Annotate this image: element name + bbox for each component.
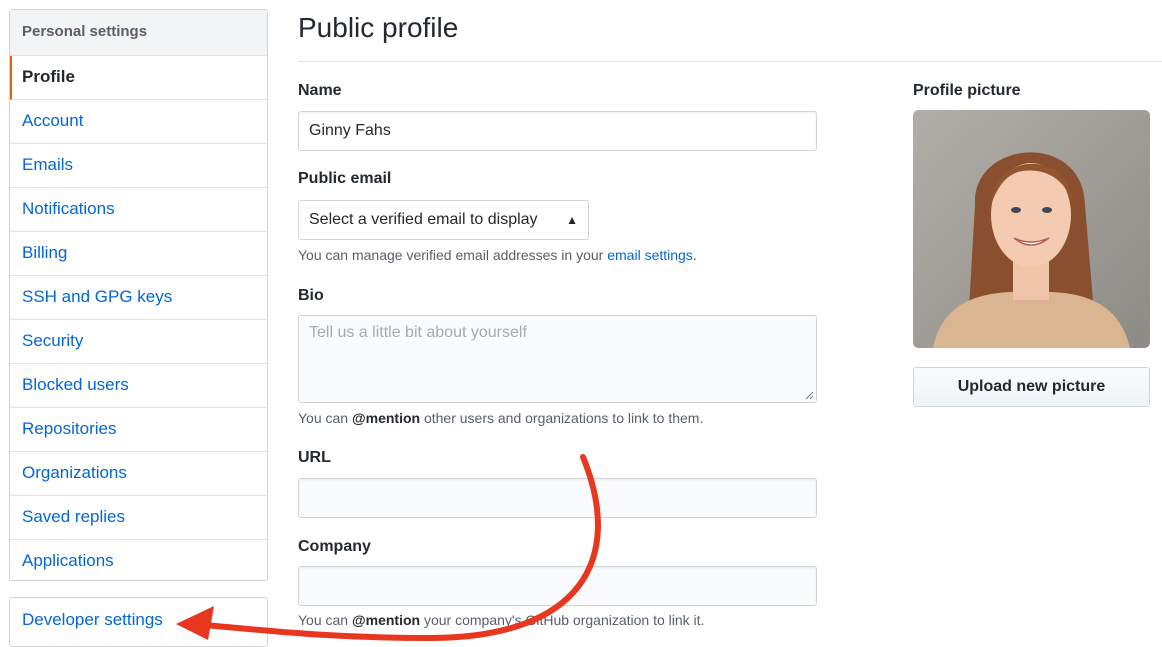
upload-picture-button[interactable]: Upload new picture bbox=[913, 367, 1150, 407]
settings-sidebar: Personal settings Profile Account Emails… bbox=[9, 9, 268, 581]
developer-settings-box: Developer settings bbox=[9, 597, 268, 647]
name-label: Name bbox=[298, 82, 342, 99]
sidebar-item-billing[interactable]: Billing bbox=[10, 232, 267, 276]
sidebar-item-notifications[interactable]: Notifications bbox=[10, 188, 267, 232]
public-email-select-value: Select a verified email to display bbox=[309, 211, 538, 228]
select-caret-icon: ▲ bbox=[566, 213, 578, 227]
sidebar-item-organizations[interactable]: Organizations bbox=[10, 452, 267, 496]
company-input[interactable] bbox=[298, 566, 817, 606]
bio-label: Bio bbox=[298, 287, 324, 304]
company-note-mention: @mention bbox=[351, 612, 421, 628]
name-input[interactable]: Ginny Fahs bbox=[298, 111, 817, 151]
sidebar-item-saved-replies[interactable]: Saved replies bbox=[10, 496, 267, 540]
profile-picture-label: Profile picture bbox=[913, 82, 1021, 99]
avatar-illustration bbox=[913, 110, 1150, 348]
sidebar-item-developer-settings[interactable]: Developer settings bbox=[10, 598, 267, 644]
url-label: URL bbox=[298, 449, 331, 466]
url-input[interactable] bbox=[298, 478, 817, 518]
email-note: You can manage verified email addresses … bbox=[298, 247, 697, 263]
email-settings-link[interactable]: email settings bbox=[607, 247, 693, 263]
bio-textarea[interactable]: Tell us a little bit about yourself bbox=[298, 315, 817, 403]
title-divider bbox=[298, 61, 1162, 62]
sidebar-item-blocked-users[interactable]: Blocked users bbox=[10, 364, 267, 408]
sidebar-item-security[interactable]: Security bbox=[10, 320, 267, 364]
sidebar-item-profile[interactable]: Profile bbox=[10, 56, 267, 100]
profile-photo bbox=[913, 110, 1150, 348]
resize-handle-icon[interactable] bbox=[804, 390, 814, 400]
company-note-text-2: your company's GitHub organization to li… bbox=[420, 612, 705, 628]
sidebar-item-account[interactable]: Account bbox=[10, 100, 267, 144]
company-note: You can @mention your company's GitHub o… bbox=[298, 612, 704, 628]
sidebar-item-repositories[interactable]: Repositories bbox=[10, 408, 267, 452]
email-note-text: You can manage verified email addresses … bbox=[298, 247, 608, 263]
company-label: Company bbox=[298, 538, 371, 555]
company-note-text: You can bbox=[298, 612, 352, 628]
bio-note-text-2: other users and organizations to link to… bbox=[420, 410, 704, 426]
page-title: Public profile bbox=[298, 12, 459, 43]
public-email-label: Public email bbox=[298, 170, 392, 187]
sidebar-item-ssh-gpg-keys[interactable]: SSH and GPG keys bbox=[10, 276, 267, 320]
public-email-select[interactable]: Select a verified email to display ▲ bbox=[298, 200, 589, 240]
bio-placeholder: Tell us a little bit about yourself bbox=[309, 324, 527, 341]
sidebar-item-emails[interactable]: Emails bbox=[10, 144, 267, 188]
sidebar-item-applications[interactable]: Applications bbox=[10, 540, 267, 584]
bio-note-text: You can bbox=[298, 410, 352, 426]
bio-note-mention: @mention bbox=[351, 410, 421, 426]
sidebar-header: Personal settings bbox=[10, 10, 267, 56]
email-note-period: . bbox=[692, 247, 697, 263]
bio-note: You can @mention other users and organiz… bbox=[298, 410, 703, 426]
